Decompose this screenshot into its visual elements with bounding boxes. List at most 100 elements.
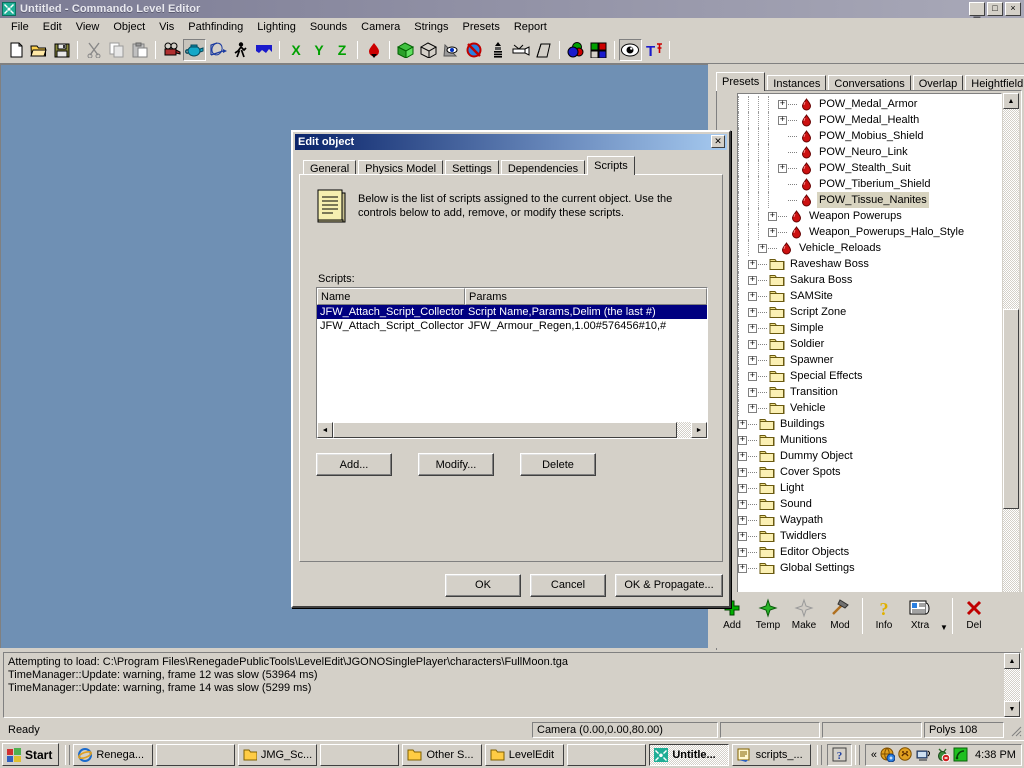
table-row[interactable]: JFW_Attach_Script_Collector JFW_Armour_R… [317, 319, 707, 333]
presets-tree[interactable]: +POW_Medal_Armor+POW_Medal_HealthPOW_Mob… [737, 93, 1002, 621]
make-preset-button[interactable]: Make [788, 596, 820, 631]
tree-expander-icon[interactable]: + [748, 340, 757, 349]
tree-item-pow-tissue-nanites[interactable]: POW_Tissue_Nanites [738, 192, 1001, 208]
color-cubes-icon[interactable] [587, 39, 610, 61]
tree-item-cover-spots[interactable]: +Cover Spots [738, 464, 1001, 480]
hscroll-thumb[interactable] [333, 422, 677, 438]
output-scrollbar[interactable]: ▲ ▼ [1004, 653, 1020, 717]
axis-rotate-icon[interactable] [206, 39, 229, 61]
output-scroll-down-button[interactable]: ▼ [1004, 701, 1020, 717]
menu-strings[interactable]: Strings [407, 20, 455, 34]
tab-scripts[interactable]: Scripts [587, 156, 635, 175]
taskbar-item-leveledit[interactable]: LevelEdit [485, 744, 564, 766]
tree-item-editor-objects[interactable]: +Editor Objects [738, 544, 1001, 560]
menu-edit[interactable]: Edit [36, 20, 69, 34]
xtra-button[interactable]: Xtra [904, 596, 936, 631]
column-header-name[interactable]: Name [317, 288, 465, 305]
ok-propagate-button[interactable]: OK & Propagate... [615, 574, 723, 597]
tree-item-munitions[interactable]: +Munitions [738, 432, 1001, 448]
taskbar-item-other-s[interactable]: Other S... [402, 744, 481, 766]
teapot-icon[interactable] [183, 39, 206, 61]
info-button[interactable]: ? Info [868, 596, 900, 631]
tree-expander-icon[interactable]: + [738, 436, 747, 445]
angle-icon[interactable] [532, 39, 555, 61]
temp-preset-button[interactable]: Temp [752, 596, 784, 631]
taskbar-item-jmg-sc[interactable]: JMG_Sc... [238, 744, 317, 766]
tree-expander-icon[interactable]: + [748, 308, 757, 317]
tree-item-raveshaw-boss[interactable]: +Raveshaw Boss [738, 256, 1001, 272]
tree-item-pow-tiberium-shield[interactable]: POW_Tiberium_Shield [738, 176, 1001, 192]
menu-lighting[interactable]: Lighting [250, 20, 303, 34]
minimize-button[interactable]: _ [969, 2, 985, 16]
xtra-dropdown-arrow[interactable]: ▼ [940, 623, 948, 632]
tree-expander-icon[interactable]: + [748, 356, 757, 365]
scrollbar-track[interactable] [1003, 109, 1019, 605]
tree-item-script-zone[interactable]: +Script Zone [738, 304, 1001, 320]
presets-tree-scrollbar[interactable]: ▲ ▼ [1003, 93, 1019, 621]
hscroll-right-button[interactable]: ► [691, 422, 707, 438]
close-button[interactable]: × [1005, 2, 1021, 16]
tab-presets[interactable]: Presets [716, 72, 765, 91]
tree-expander-icon[interactable]: + [738, 484, 747, 493]
add-script-button[interactable]: Add... [316, 453, 392, 476]
tree-item-sakura-boss[interactable]: +Sakura Boss [738, 272, 1001, 288]
tree-expander-icon[interactable]: + [748, 292, 757, 301]
save-disk-icon[interactable] [50, 39, 73, 61]
tree-item-vehicle-reloads[interactable]: +Vehicle_Reloads [738, 240, 1001, 256]
tree-expander-icon[interactable]: + [768, 212, 777, 221]
tree-item-pow-stealth-suit[interactable]: +POW_Stealth_Suit [738, 160, 1001, 176]
column-header-params[interactable]: Params [465, 288, 707, 305]
tree-expander-icon[interactable]: + [738, 516, 747, 525]
cancel-button[interactable]: Cancel [530, 574, 606, 597]
hscroll-left-button[interactable]: ◄ [317, 422, 333, 438]
output-scroll-up-button[interactable]: ▲ [1004, 653, 1020, 669]
copy-icon[interactable] [105, 39, 128, 61]
cut-scissors-icon[interactable] [82, 39, 105, 61]
tree-item-pow-mobius-shield[interactable]: POW_Mobius_Shield [738, 128, 1001, 144]
taskbar-grip[interactable] [65, 745, 70, 765]
start-button[interactable]: Start [2, 743, 59, 766]
menu-object[interactable]: Object [106, 20, 152, 34]
tree-item-spawner[interactable]: +Spawner [738, 352, 1001, 368]
quick-help-tray[interactable]: ? [827, 744, 852, 766]
ok-button[interactable]: OK [445, 574, 521, 597]
box-wire-icon[interactable] [417, 39, 440, 61]
axis-y-icon[interactable]: Y [307, 39, 330, 61]
menu-file[interactable]: File [4, 20, 36, 34]
delete-script-button[interactable]: Delete [520, 453, 596, 476]
walk-mode-icon[interactable] [229, 39, 252, 61]
delete-preset-button[interactable]: Del [958, 596, 990, 631]
drop-to-ground-icon[interactable] [362, 39, 385, 61]
menu-pathfinding[interactable]: Pathfinding [181, 20, 250, 34]
paste-icon[interactable] [128, 39, 151, 61]
text-tool-icon[interactable]: T [642, 39, 665, 61]
tree-item-sound[interactable]: +Sound [738, 496, 1001, 512]
menu-view[interactable]: View [69, 20, 107, 34]
tree-expander-icon[interactable]: + [748, 276, 757, 285]
tree-item-soldier[interactable]: +Soldier [738, 336, 1001, 352]
tree-expander-icon[interactable]: + [748, 372, 757, 381]
tree-expander-icon[interactable]: + [768, 228, 777, 237]
tree-expander-icon[interactable]: + [758, 244, 767, 253]
tree-item-pow-medal-armor[interactable]: +POW_Medal_Armor [738, 96, 1001, 112]
tray-expand-icon[interactable]: « [871, 749, 877, 761]
new-file-icon[interactable] [4, 39, 27, 61]
tree-expander-icon[interactable]: + [778, 164, 787, 173]
tree-item-weapon-powerups-halo-style[interactable]: +Weapon_Powerups_Halo_Style [738, 224, 1001, 240]
tree-expander-icon[interactable]: + [738, 500, 747, 509]
taskbar-clock[interactable]: 4:38 PM [975, 749, 1016, 761]
taskbar-grip-3[interactable] [855, 745, 860, 765]
tree-expander-icon[interactable]: + [748, 404, 757, 413]
resize-grip-icon[interactable] [1008, 723, 1022, 737]
menu-vis[interactable]: Vis [152, 20, 181, 34]
tree-expander-icon[interactable]: + [738, 532, 747, 541]
camera-icon[interactable] [160, 39, 183, 61]
box-solid-icon[interactable] [394, 39, 417, 61]
tree-expander-icon[interactable]: + [748, 388, 757, 397]
open-folder-icon[interactable] [27, 39, 50, 61]
menu-report[interactable]: Report [507, 20, 554, 34]
table-row[interactable]: JFW_Attach_Script_Collector Script Name,… [317, 305, 707, 319]
scripts-list[interactable]: Name Params JFW_Attach_Script_Collector … [316, 287, 708, 439]
scrollbar-thumb[interactable] [1003, 309, 1019, 509]
axis-z-icon[interactable]: Z [330, 39, 353, 61]
